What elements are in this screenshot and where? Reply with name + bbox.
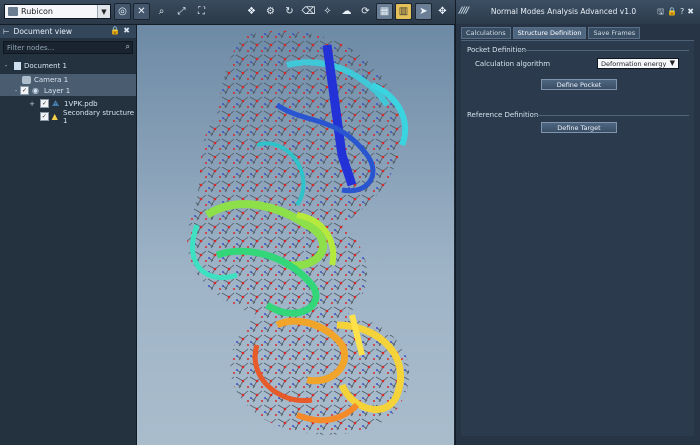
zoom-icon[interactable]: ⌕: [153, 3, 170, 20]
plugin-titlebar: //// Normal Modes Analysis Advanced v1.0…: [456, 0, 700, 24]
document-view-header: ⊢ Document view 🔒✖: [0, 25, 136, 38]
pocket-section-title: Pocket Definition: [467, 46, 527, 54]
structure-definition-content: Pocket Definition Calculation algorithm …: [461, 40, 694, 436]
fit-icon[interactable]: ⤢: [173, 3, 190, 20]
color-icon[interactable]: ▥: [395, 3, 412, 20]
tree-item-secondary-structure[interactable]: ✓ ▲ Secondary structure 1: [0, 108, 136, 125]
molecule-checkbox[interactable]: ✓: [40, 99, 49, 108]
3d-viewport[interactable]: [137, 25, 454, 445]
reference-section-title: Reference Definition: [467, 111, 539, 119]
tree-item-label: Camera 1: [34, 75, 69, 84]
wire-icon[interactable]: ⚙: [262, 3, 279, 20]
preset-icon: [8, 7, 18, 16]
layer-checkbox[interactable]: ✓: [20, 86, 29, 95]
document-tree: - Document 1 Camera 1 - ✓ ◉ Layer 1 + ✓ …: [0, 60, 136, 125]
expand-icon[interactable]: +: [28, 100, 36, 108]
calc-algorithm-label: Calculation algorithm: [475, 60, 551, 68]
rotate-icon[interactable]: ↻: [281, 3, 298, 20]
chevron-down-icon[interactable]: ▼: [670, 59, 675, 67]
pointer-icon[interactable]: ➤: [415, 3, 432, 20]
tree-item-molecule[interactable]: + ✓ ⟁ 1VPK.pdb: [0, 98, 136, 109]
target-icon[interactable]: ◎: [114, 3, 131, 20]
section-divider: [519, 50, 689, 51]
tree-item-layer[interactable]: - ✓ ◉ Layer 1: [0, 85, 136, 96]
move-icon[interactable]: ✥: [434, 3, 451, 20]
define-pocket-button[interactable]: Define Pocket: [541, 79, 617, 90]
close-icon[interactable]: ✕: [133, 3, 150, 20]
tree-item-label: Secondary structure 1: [63, 108, 135, 125]
eraser-icon[interactable]: ⌫: [300, 3, 317, 20]
preset-value: Rubicon: [21, 7, 53, 16]
document-icon: [14, 61, 21, 70]
tree-item-label: Document 1: [24, 61, 67, 70]
tab-structure-definition[interactable]: Structure Definition: [512, 27, 587, 39]
camera-icon: [22, 75, 31, 84]
section-divider: [533, 115, 689, 116]
preset-dropdown[interactable]: Rubicon ▼: [4, 4, 111, 19]
tree-item-label: Layer 1: [44, 86, 71, 95]
eye-icon: ◉: [32, 85, 39, 95]
collapse-icon[interactable]: -: [12, 87, 20, 95]
atom-style-icon[interactable]: ❖: [243, 3, 260, 20]
secondary-structure-checkbox[interactable]: ✓: [40, 112, 49, 121]
calc-algorithm-value: Deformation energy: [601, 59, 667, 68]
tree-item-camera[interactable]: Camera 1: [0, 74, 136, 85]
chevron-down-icon[interactable]: ▼: [97, 5, 110, 18]
surface-icon[interactable]: ☁: [338, 3, 355, 20]
panel-controls[interactable]: 🔒✖: [110, 26, 133, 35]
collapse-icon[interactable]: -: [2, 62, 10, 70]
grid-icon[interactable]: ▦: [376, 3, 393, 20]
plugin-panel: //// Normal Modes Analysis Advanced v1.0…: [455, 0, 700, 445]
search-icon[interactable]: ⌕: [126, 42, 130, 52]
plugin-title: Normal Modes Analysis Advanced v1.0: [490, 7, 637, 16]
plugin-logo-icon: ////: [459, 6, 469, 16]
tree-item-document[interactable]: - Document 1: [0, 60, 136, 71]
molecule-icon: ⟁: [52, 98, 60, 108]
document-view-title: Document view: [13, 27, 73, 36]
filter-placeholder: Filter nodes...: [7, 43, 55, 52]
ribbon-icon[interactable]: ✧: [319, 3, 336, 20]
tree-item-label: 1VPK.pdb: [64, 99, 98, 108]
define-target-button[interactable]: Define Target: [541, 122, 617, 133]
tab-calculations[interactable]: Calculations: [461, 27, 511, 39]
filter-input[interactable]: Filter nodes... ⌕: [3, 41, 133, 54]
calc-algorithm-select[interactable]: Deformation energy ▼: [597, 58, 679, 69]
plugin-tabs: Calculations Structure Definition Save F…: [461, 27, 641, 39]
document-view-panel: ⊢ Document view 🔒✖ Filter nodes... ⌕ - D…: [0, 25, 137, 445]
refresh-icon[interactable]: ⟳: [357, 3, 374, 20]
fit-selection-icon[interactable]: ⛶: [193, 3, 210, 20]
tree-icon: ⊢: [3, 27, 10, 36]
tab-save-frames[interactable]: Save Frames: [588, 27, 641, 39]
protein-render: [187, 30, 410, 435]
plugin-window-controls[interactable]: 🖫🔒?✖: [657, 6, 697, 20]
ribbon-icon: ▲: [51, 111, 58, 121]
